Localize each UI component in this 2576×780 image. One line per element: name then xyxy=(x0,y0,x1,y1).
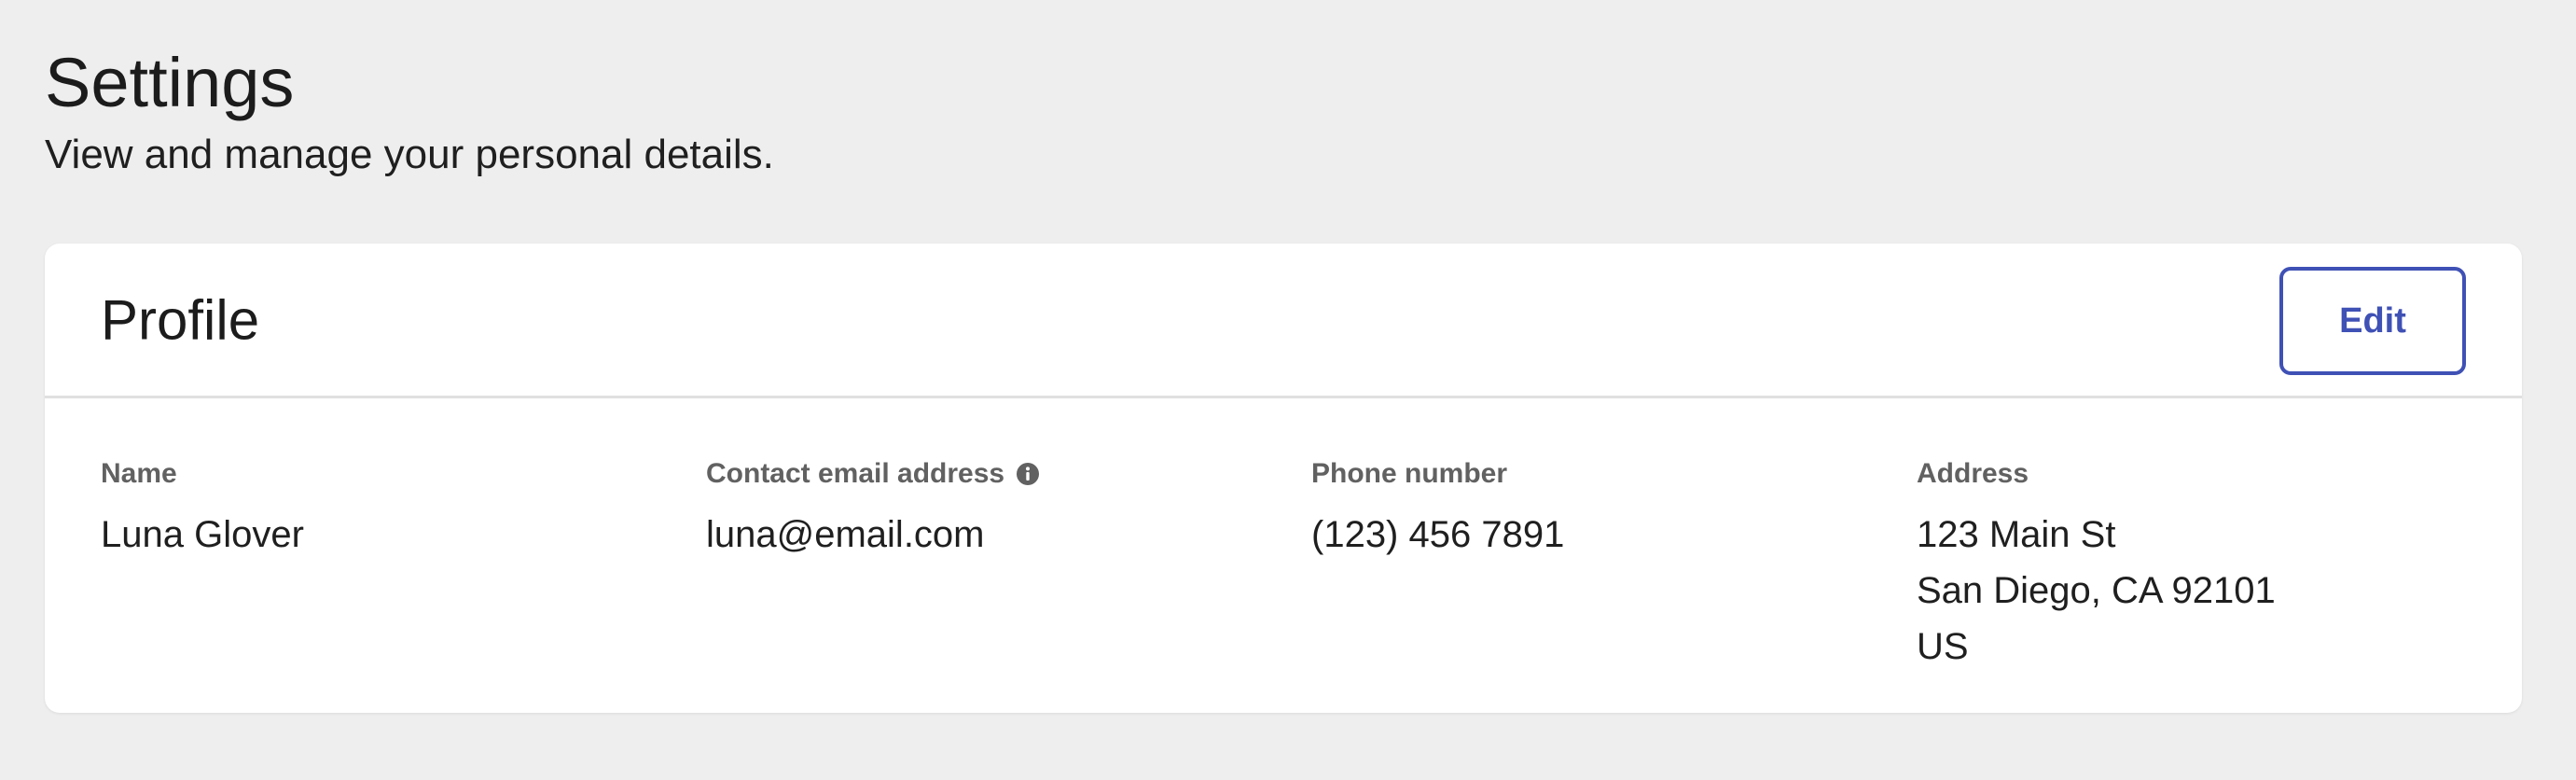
email-value: luna@email.com xyxy=(706,514,985,555)
address-line-2: San Diego, CA 92101 xyxy=(1917,570,2276,611)
page-title: Settings xyxy=(45,44,295,121)
address-label: Address xyxy=(1917,458,2029,489)
name-value: Luna Glover xyxy=(101,514,304,555)
address-line-1: 123 Main St xyxy=(1917,514,2116,555)
email-label: Contact email address xyxy=(706,458,1005,489)
profile-card-title: Profile xyxy=(101,288,260,351)
profile-card-header: Profile Edit xyxy=(45,244,2522,398)
name-field: Name Luna Glover xyxy=(101,454,706,675)
address-line-3: US xyxy=(1917,626,1969,667)
address-value: 123 Main St San Diego, CA 92101 US xyxy=(1917,507,2522,675)
name-label: Name xyxy=(101,458,177,489)
info-icon[interactable] xyxy=(1016,462,1040,486)
phone-field: Phone number (123) 456 7891 xyxy=(1311,454,1917,675)
page-header: Settings View and manage your personal d… xyxy=(45,41,774,181)
phone-value: (123) 456 7891 xyxy=(1311,514,1565,555)
address-field: Address 123 Main St San Diego, CA 92101 … xyxy=(1917,454,2522,675)
profile-fields: Name Luna Glover Contact email address l… xyxy=(101,454,2466,675)
edit-button[interactable]: Edit xyxy=(2279,267,2466,375)
email-field: Contact email address luna@email.com xyxy=(706,454,1311,675)
email-label-row: Contact email address xyxy=(706,454,1311,494)
page-subtitle: View and manage your personal details. xyxy=(45,132,774,177)
profile-card: Profile Edit Name Luna Glover Contact em… xyxy=(45,244,2522,713)
phone-label: Phone number xyxy=(1311,458,1508,489)
